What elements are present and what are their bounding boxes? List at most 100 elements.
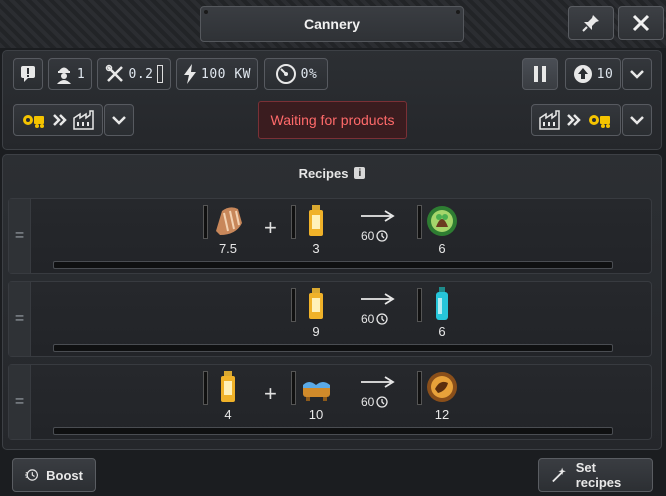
output-qty: 6	[438, 241, 446, 256]
recipe-input[interactable]: 9	[291, 286, 331, 342]
pin-icon	[582, 15, 599, 32]
double-chevron-right-icon	[567, 114, 581, 126]
arrow-up-icon	[573, 65, 592, 83]
recipe-output[interactable]: 12	[417, 369, 457, 425]
input-logistics-button[interactable]	[13, 104, 103, 136]
chevron-down-icon	[112, 116, 126, 125]
recipe-arrow: 60	[361, 292, 401, 332]
alert-icon	[21, 66, 35, 82]
output-qty: 6	[438, 324, 446, 339]
buffer-bar	[203, 371, 208, 405]
jar-icon	[309, 288, 323, 319]
bottle-icon	[436, 287, 448, 320]
recipe-arrow: 60	[361, 209, 401, 249]
buffer-bar	[291, 371, 296, 405]
buffer-bar	[291, 205, 296, 239]
recipe-duration: 60	[361, 395, 375, 409]
set-recipes-label: Set recipes	[575, 460, 622, 490]
efficiency-value: 0%	[300, 66, 318, 82]
recipe-row-2[interactable]: = 9 60 6	[8, 281, 652, 357]
factory-icon	[539, 110, 560, 130]
maintenance-value: 0.2	[128, 66, 154, 82]
pause-icon	[534, 66, 546, 82]
chevron-down-icon	[630, 116, 644, 125]
input-qty: 3	[312, 241, 320, 256]
worker-icon	[56, 67, 71, 84]
preserve-icon	[427, 372, 457, 402]
recipe-input[interactable]: 10	[291, 369, 331, 425]
recipe-row-1[interactable]: = 7.5 + 3 60 6	[8, 198, 652, 274]
double-chevron-right-icon	[53, 114, 67, 126]
progress-track	[53, 427, 613, 435]
window-title: Cannery	[200, 6, 464, 42]
recipe-output[interactable]: 6	[417, 203, 457, 259]
buffer-bar	[291, 288, 296, 322]
chevron-down-icon	[630, 70, 644, 79]
buffer-bar	[417, 288, 422, 322]
priority-value: 10	[596, 66, 614, 82]
recipes-header: Recipes i	[2, 156, 662, 190]
drag-handle-icon[interactable]: =	[9, 365, 31, 439]
jar-icon	[309, 205, 323, 236]
recipe-duration: 60	[361, 312, 375, 326]
power-value: 100 KW	[201, 66, 251, 82]
factory-icon	[73, 110, 94, 130]
recipe-row-3[interactable]: = 4 + 10 60 12	[8, 364, 652, 440]
input-qty: 10	[308, 407, 324, 422]
priority-button[interactable]: 10	[565, 58, 621, 90]
recipe-input[interactable]: 4	[203, 369, 243, 425]
priority-dropdown-button[interactable]	[622, 58, 652, 90]
plus-icon: +	[264, 381, 277, 406]
efficiency-button[interactable]: 0%	[264, 58, 328, 90]
set-recipes-button[interactable]: Set recipes	[538, 458, 653, 492]
input-logistics-dropdown[interactable]	[104, 104, 134, 136]
output-logistics-button[interactable]	[531, 104, 621, 136]
arrow-right-icon	[361, 210, 395, 222]
output-qty: 12	[434, 407, 450, 422]
efficiency-gauge-icon	[275, 64, 296, 84]
truck-gear-icon	[23, 115, 44, 128]
output-logistics-dropdown[interactable]	[622, 104, 652, 136]
buffer-bar	[417, 205, 422, 239]
clock-icon	[376, 313, 389, 325]
clock-icon	[376, 396, 389, 408]
progress-track	[53, 344, 613, 352]
edit-recipes-icon	[552, 467, 566, 483]
close-icon	[632, 14, 650, 32]
recipe-input[interactable]: 7.5	[203, 203, 243, 259]
arrow-right-icon	[361, 293, 395, 305]
tools-icon	[105, 64, 123, 82]
input-qty: 4	[224, 407, 232, 422]
pause-button[interactable]	[522, 58, 558, 90]
recipe-input[interactable]: 3	[291, 203, 331, 259]
jar-icon	[221, 371, 235, 402]
boost-label: Boost	[46, 467, 83, 483]
boost-clock-icon	[25, 469, 39, 481]
recipe-duration: 60	[361, 229, 375, 243]
input-qty: 9	[312, 324, 320, 339]
info-icon[interactable]: i	[354, 167, 366, 179]
clock-icon	[376, 230, 389, 242]
truck-gear-icon	[589, 115, 610, 128]
maintenance-button[interactable]: 0.2	[97, 58, 171, 90]
close-button[interactable]	[618, 6, 664, 40]
canned-food-icon	[427, 206, 457, 236]
drag-handle-icon[interactable]: =	[9, 282, 31, 356]
pin-button[interactable]	[568, 6, 614, 40]
drag-handle-icon[interactable]: =	[9, 199, 31, 273]
boost-button[interactable]: Boost	[12, 458, 96, 492]
workers-button[interactable]: 1	[48, 58, 92, 90]
progress-track	[53, 261, 613, 269]
maintenance-gauge	[157, 65, 164, 83]
recipes-title: Recipes	[298, 165, 349, 181]
buffer-bar	[417, 371, 422, 405]
lightning-icon	[184, 64, 197, 84]
recipe-arrow: 60	[361, 375, 401, 415]
power-button[interactable]: 100 KW	[176, 58, 258, 90]
arrow-right-icon	[361, 376, 395, 388]
workers-value: 1	[76, 66, 86, 82]
alert-button[interactable]	[13, 58, 43, 90]
fish-icon	[216, 207, 242, 235]
recipe-output[interactable]: 6	[417, 286, 457, 342]
status-message: Waiting for products	[258, 101, 407, 139]
